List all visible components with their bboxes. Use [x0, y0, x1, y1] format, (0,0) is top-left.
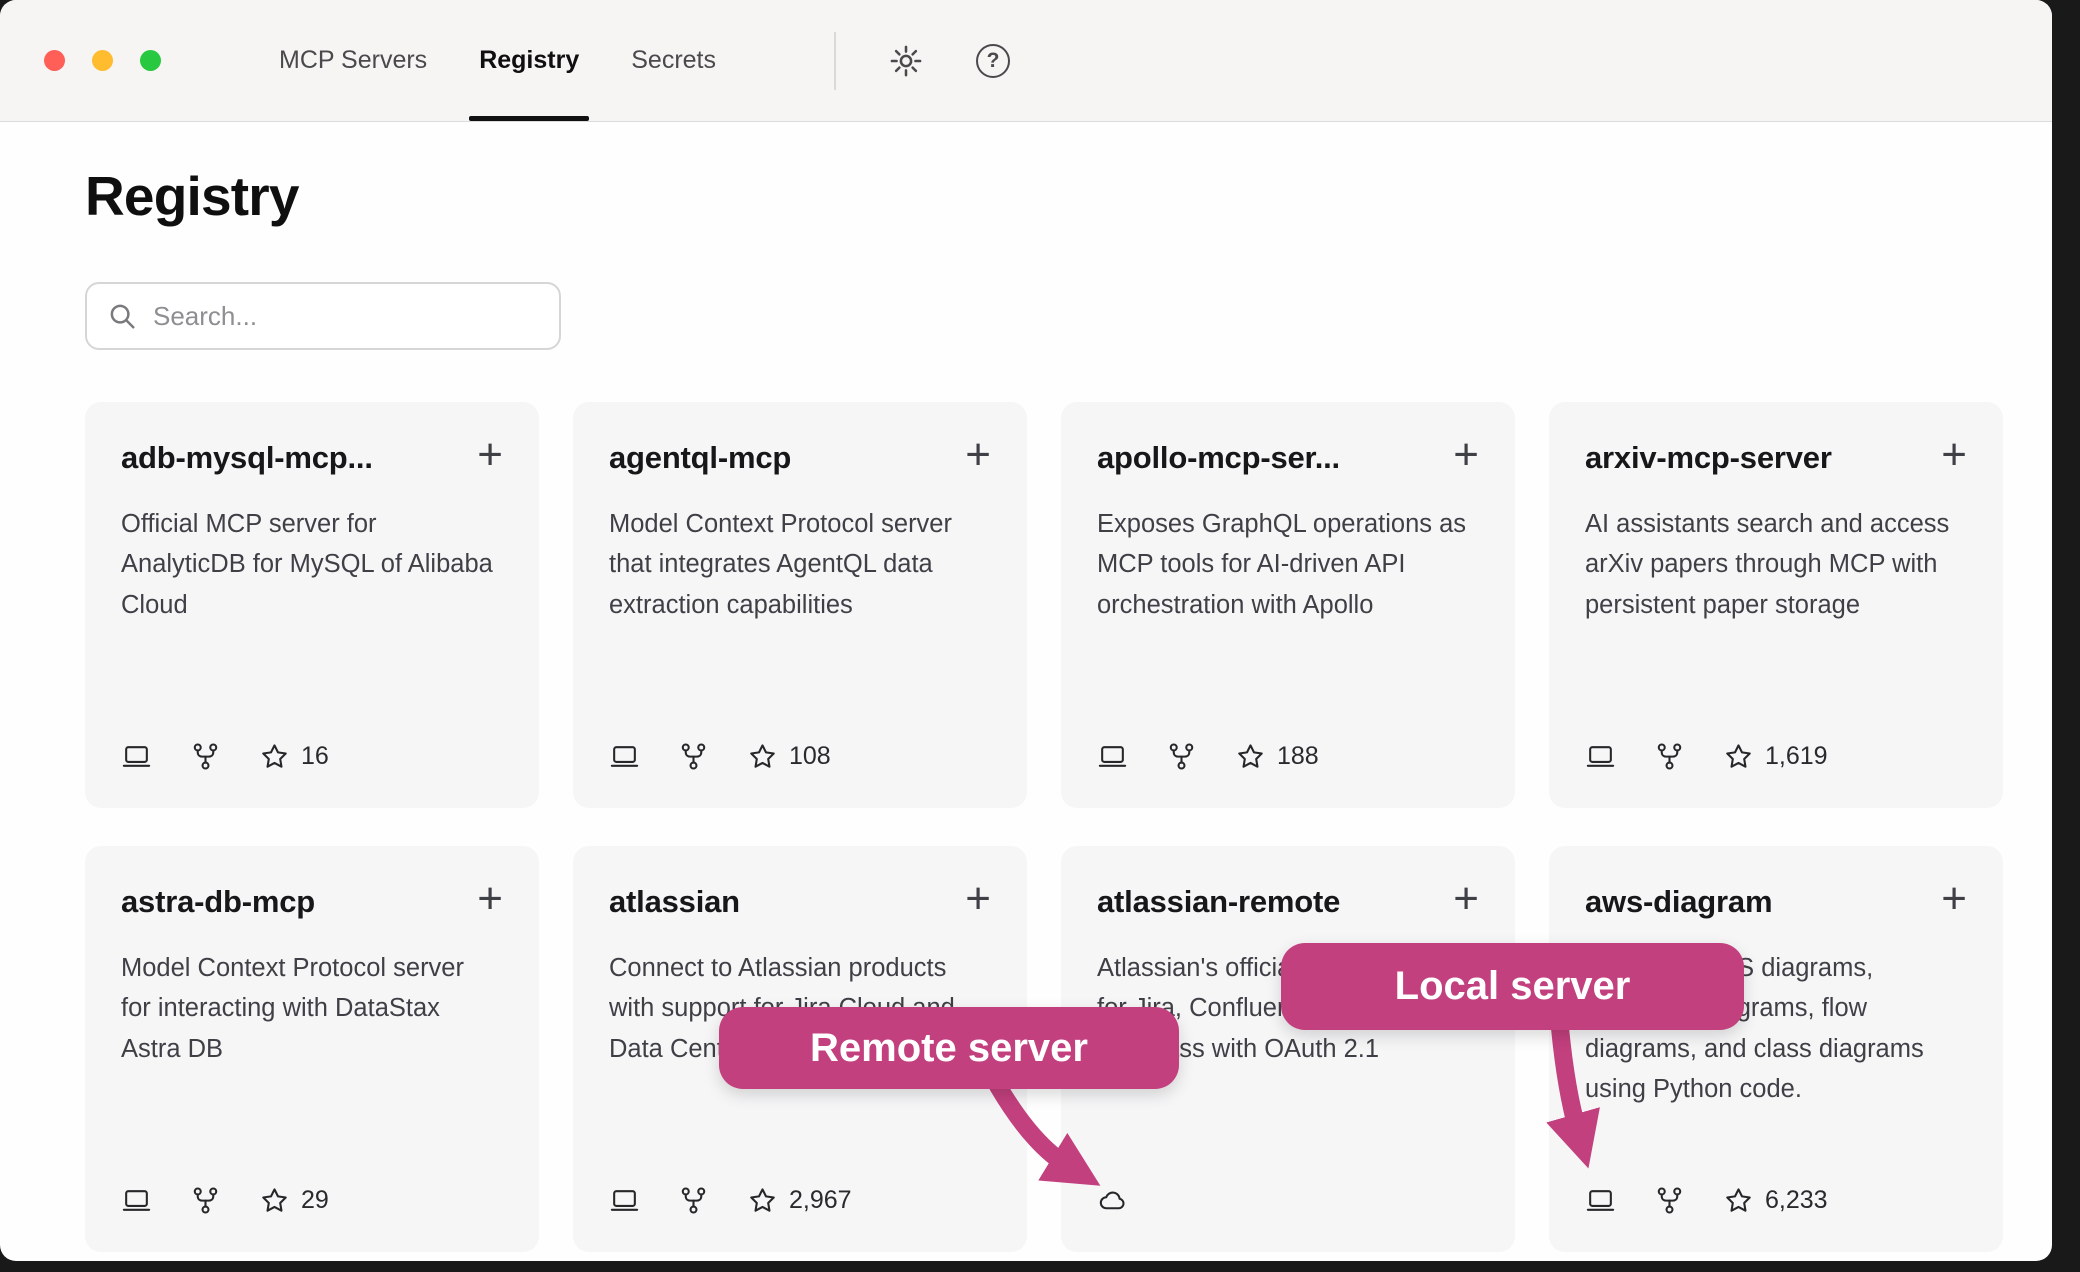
- star-count: 6,233: [1765, 1186, 1828, 1215]
- close-window-button[interactable]: [44, 50, 65, 71]
- server-name: agentql-mcp: [609, 440, 791, 476]
- card-footer: 16: [121, 741, 503, 772]
- server-description: Connect to Atlassian products with suppo…: [609, 948, 981, 1069]
- server-description: Generate AWS diagrams, sequence diagrams…: [1585, 948, 1957, 1109]
- tab-registry[interactable]: Registry: [453, 0, 605, 121]
- star-icon: [1723, 741, 1754, 772]
- stars: 188: [1235, 741, 1319, 772]
- main-content: Registry adb-mysql-mcp... + Official MCP…: [0, 164, 2052, 1252]
- server-card[interactable]: aws-diagram + Generate AWS diagrams, seq…: [1549, 846, 2003, 1252]
- star-count: 29: [301, 1186, 329, 1215]
- star-icon: [1723, 1185, 1754, 1216]
- server-name: arxiv-mcp-server: [1585, 440, 1832, 476]
- star-count: 2,967: [789, 1186, 852, 1215]
- add-server-button[interactable]: +: [1941, 438, 1967, 471]
- search-box[interactable]: [85, 282, 561, 350]
- app-window: MCP Servers Registry Secrets ? Registry: [0, 0, 2052, 1261]
- star-count: 16: [301, 742, 329, 771]
- laptop-icon: [609, 741, 640, 772]
- laptop-icon: [1585, 741, 1616, 772]
- laptop-icon: [1585, 1185, 1616, 1216]
- settings-gear-icon[interactable]: [888, 43, 924, 79]
- star-count: 108: [789, 742, 831, 771]
- fork-icon: [678, 1185, 709, 1216]
- fork-icon: [1654, 741, 1685, 772]
- zoom-window-button[interactable]: [140, 50, 161, 71]
- stars: 2,967: [747, 1185, 852, 1216]
- add-server-button[interactable]: +: [965, 438, 991, 471]
- server-card[interactable]: agentql-mcp + Model Context Protocol ser…: [573, 402, 1027, 808]
- add-server-button[interactable]: +: [1941, 882, 1967, 915]
- star-count: 188: [1277, 742, 1319, 771]
- fork-icon: [1166, 741, 1197, 772]
- card-footer: 29: [121, 1185, 503, 1216]
- stars: 1,619: [1723, 741, 1828, 772]
- fork-icon: [1654, 1185, 1685, 1216]
- server-name: apollo-mcp-ser...: [1097, 440, 1340, 476]
- card-footer: 2,967: [609, 1185, 991, 1216]
- server-card[interactable]: apollo-mcp-ser... + Exposes GraphQL oper…: [1061, 402, 1515, 808]
- server-description: Model Context Protocol server for intera…: [121, 948, 493, 1069]
- stars: 16: [259, 741, 329, 772]
- page-title: Registry: [85, 164, 2002, 228]
- titlebar-tabs: MCP Servers Registry Secrets: [253, 0, 742, 121]
- search-icon: [107, 301, 137, 331]
- help-icon[interactable]: ?: [976, 44, 1010, 78]
- star-icon: [259, 1185, 290, 1216]
- laptop-icon: [121, 1185, 152, 1216]
- add-server-button[interactable]: +: [477, 882, 503, 915]
- stars: 29: [259, 1185, 329, 1216]
- card-footer: [1097, 1185, 1479, 1216]
- server-name: atlassian-remote: [1097, 884, 1340, 920]
- laptop-icon: [1097, 741, 1128, 772]
- server-name: atlassian: [609, 884, 740, 920]
- card-footer: 6,233: [1585, 1185, 1967, 1216]
- server-card[interactable]: atlassian + Connect to Atlassian product…: [573, 846, 1027, 1252]
- fork-icon: [190, 741, 221, 772]
- search-input[interactable]: [153, 301, 539, 332]
- fork-icon: [190, 1185, 221, 1216]
- server-name: aws-diagram: [1585, 884, 1772, 920]
- star-count: 1,619: [1765, 742, 1828, 771]
- add-server-button[interactable]: +: [1453, 438, 1479, 471]
- card-footer: 108: [609, 741, 991, 772]
- laptop-icon: [609, 1185, 640, 1216]
- add-server-button[interactable]: +: [1453, 882, 1479, 915]
- server-description: Atlassian's official MCP server for Jira…: [1097, 948, 1469, 1069]
- server-description: AI assistants search and access arXiv pa…: [1585, 504, 1957, 625]
- tab-secrets[interactable]: Secrets: [605, 0, 742, 121]
- server-description: Model Context Protocol server that integ…: [609, 504, 981, 625]
- card-footer: 188: [1097, 741, 1479, 772]
- server-card[interactable]: atlassian-remote + Atlassian's official …: [1061, 846, 1515, 1252]
- stars: 108: [747, 741, 831, 772]
- server-card[interactable]: arxiv-mcp-server + AI assistants search …: [1549, 402, 2003, 808]
- card-footer: 1,619: [1585, 741, 1967, 772]
- titlebar: MCP Servers Registry Secrets ?: [0, 0, 2052, 122]
- star-icon: [747, 741, 778, 772]
- star-icon: [1235, 741, 1266, 772]
- fork-icon: [678, 741, 709, 772]
- server-description: Exposes GraphQL operations as MCP tools …: [1097, 504, 1469, 625]
- add-server-button[interactable]: +: [477, 438, 503, 471]
- stars: 6,233: [1723, 1185, 1828, 1216]
- titlebar-divider: [834, 32, 836, 90]
- server-name: astra-db-mcp: [121, 884, 315, 920]
- star-icon: [259, 741, 290, 772]
- server-card[interactable]: astra-db-mcp + Model Context Protocol se…: [85, 846, 539, 1252]
- laptop-icon: [121, 741, 152, 772]
- minimize-window-button[interactable]: [92, 50, 113, 71]
- server-description: Official MCP server for AnalyticDB for M…: [121, 504, 493, 625]
- server-name: adb-mysql-mcp...: [121, 440, 373, 476]
- tab-mcp-servers[interactable]: MCP Servers: [253, 0, 453, 121]
- star-icon: [747, 1185, 778, 1216]
- cloud-icon: [1097, 1185, 1128, 1216]
- server-card[interactable]: adb-mysql-mcp... + Official MCP server f…: [85, 402, 539, 808]
- traffic-lights: [44, 50, 161, 71]
- card-grid: adb-mysql-mcp... + Official MCP server f…: [85, 402, 2002, 1252]
- add-server-button[interactable]: +: [965, 882, 991, 915]
